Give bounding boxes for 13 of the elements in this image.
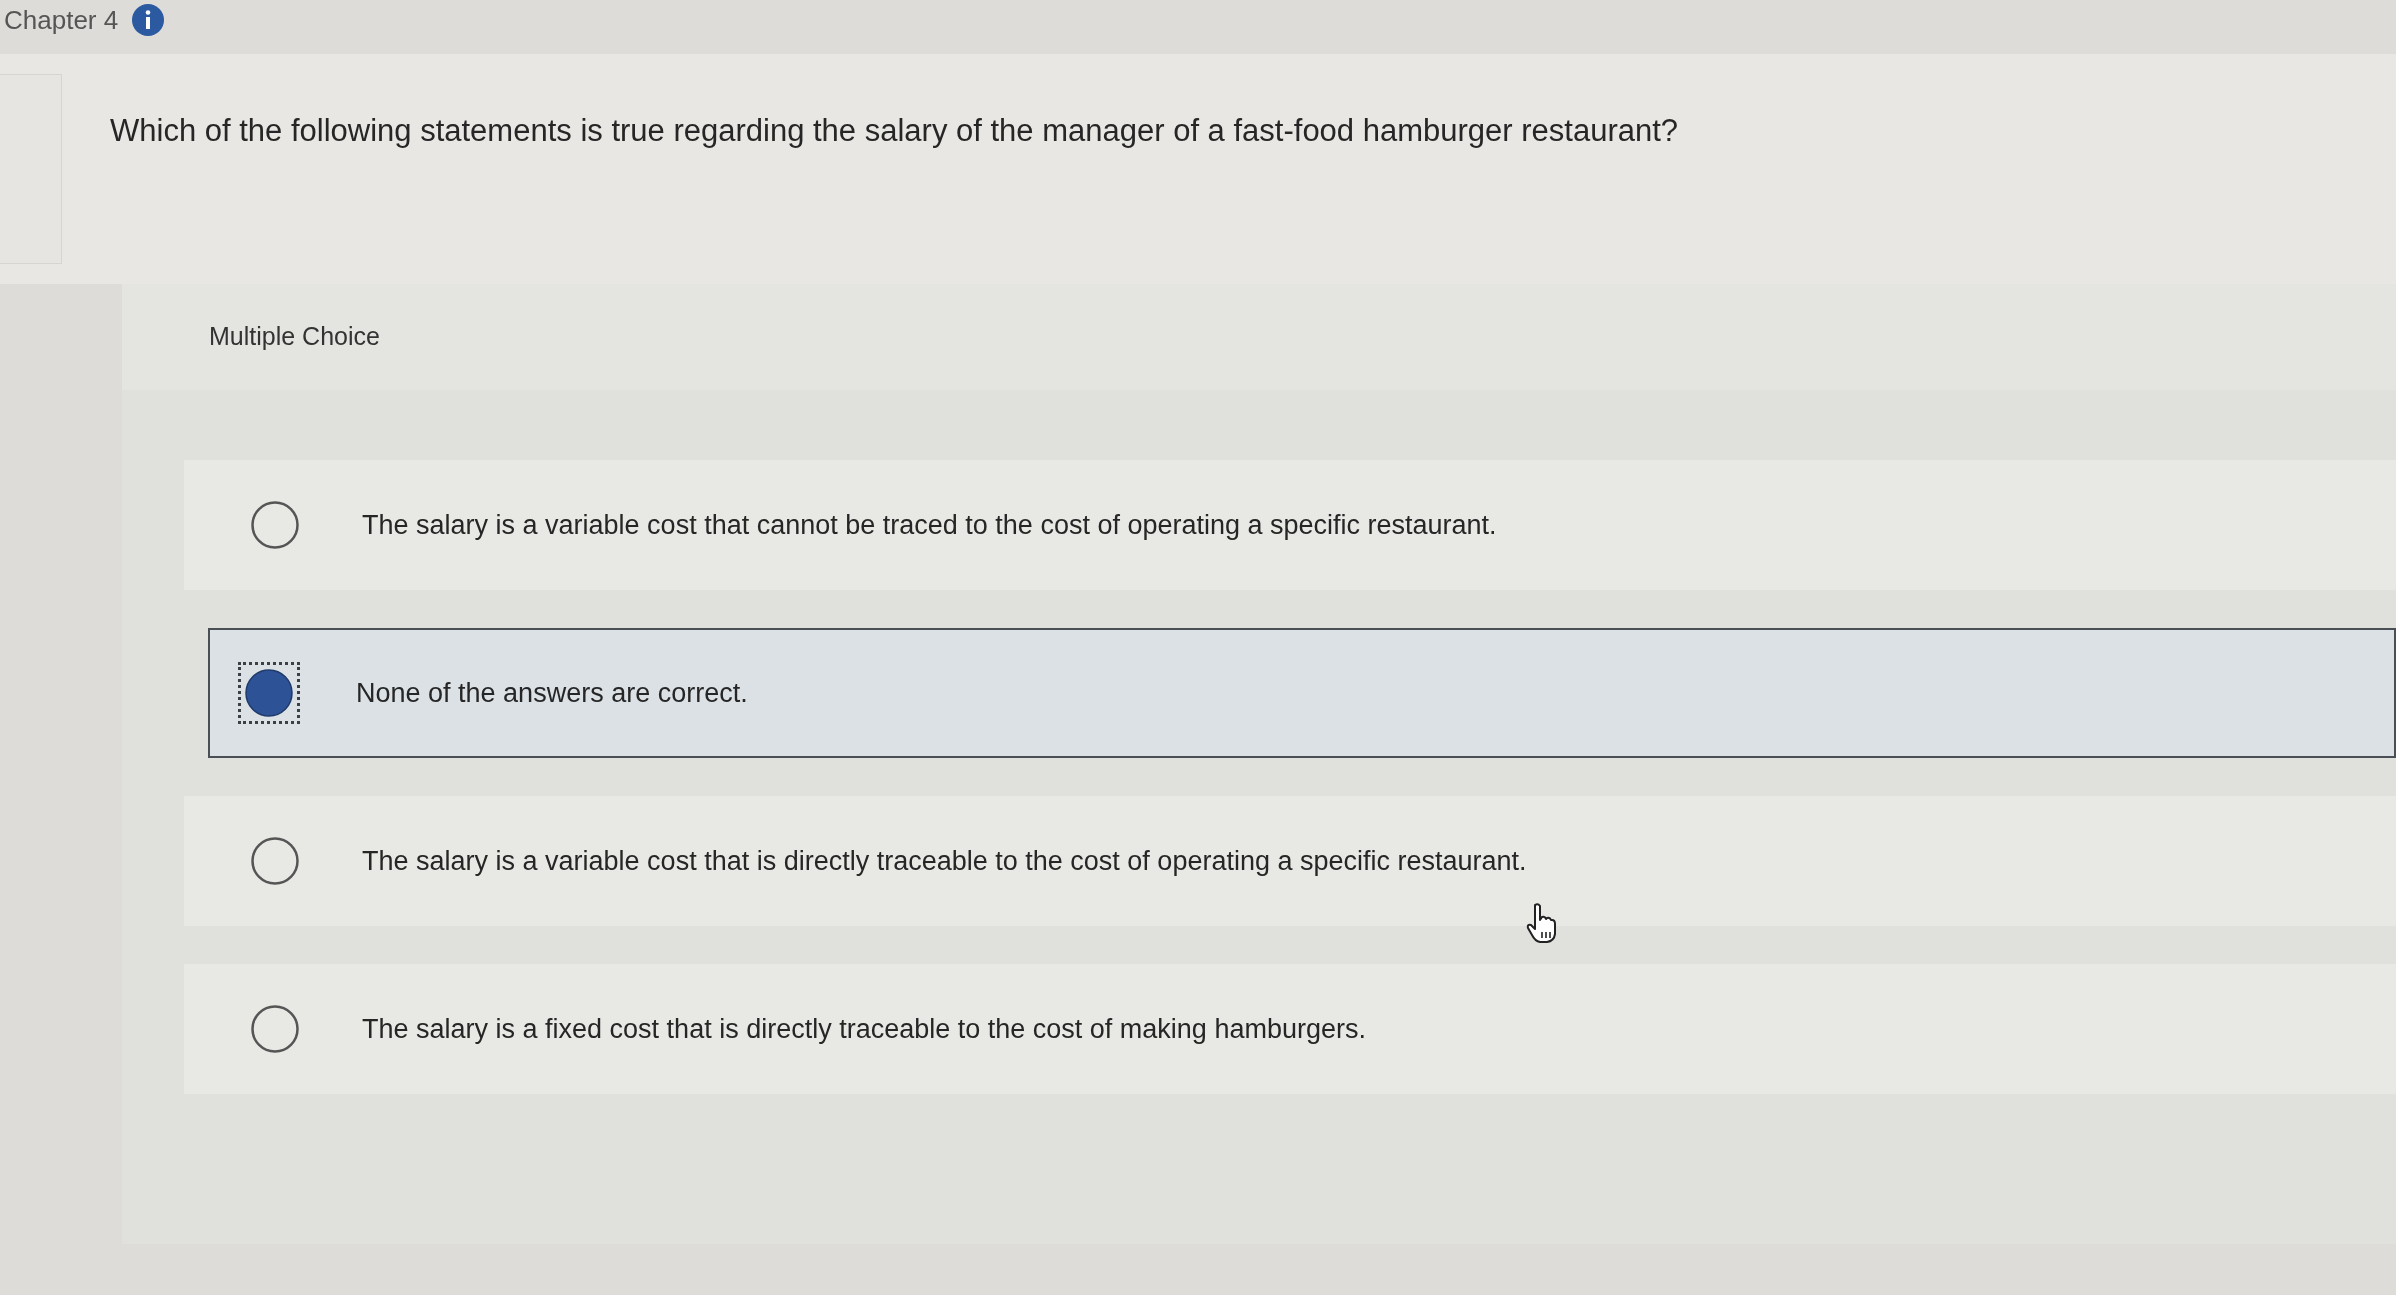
chapter-title: Chapter 4 — [4, 7, 119, 33]
question-text: Which of the following statements is true regarding the salary of the manager of a fast-food hamburger restaurant? — [109, 112, 1679, 150]
answer-option[interactable]: The salary is a fixed cost that is directly traceable to the cost of making hamburgers. — [184, 964, 2396, 1094]
answer-text: The salary is a variable cost that cannot be traced to the cost of operating a specific restaurant. — [362, 508, 1497, 542]
selected-answer-option[interactable]: None of the answers are correct. — [208, 628, 2396, 758]
radio-button-checked[interactable] — [238, 662, 300, 724]
answer-text: The salary is a fixed cost that is directly traceable to the cost of making hamburgers. — [362, 1012, 1366, 1046]
answer-option[interactable]: The salary is a variable cost that is directly traceable to the cost of operating a specific restaurant. — [184, 796, 2396, 926]
answer-text: The salary is a variable cost that is directly traceable to the cost of operating a specific restaurant. — [362, 844, 1527, 878]
info-icon[interactable] — [132, 4, 165, 36]
answer-option[interactable]: The salary is a variable cost that cannot be traced to the cost of operating a specific restaurant. — [184, 460, 2396, 590]
answer-text: None of the answers are correct. — [356, 676, 748, 710]
question-type-label: Multiple Choice — [209, 321, 380, 353]
